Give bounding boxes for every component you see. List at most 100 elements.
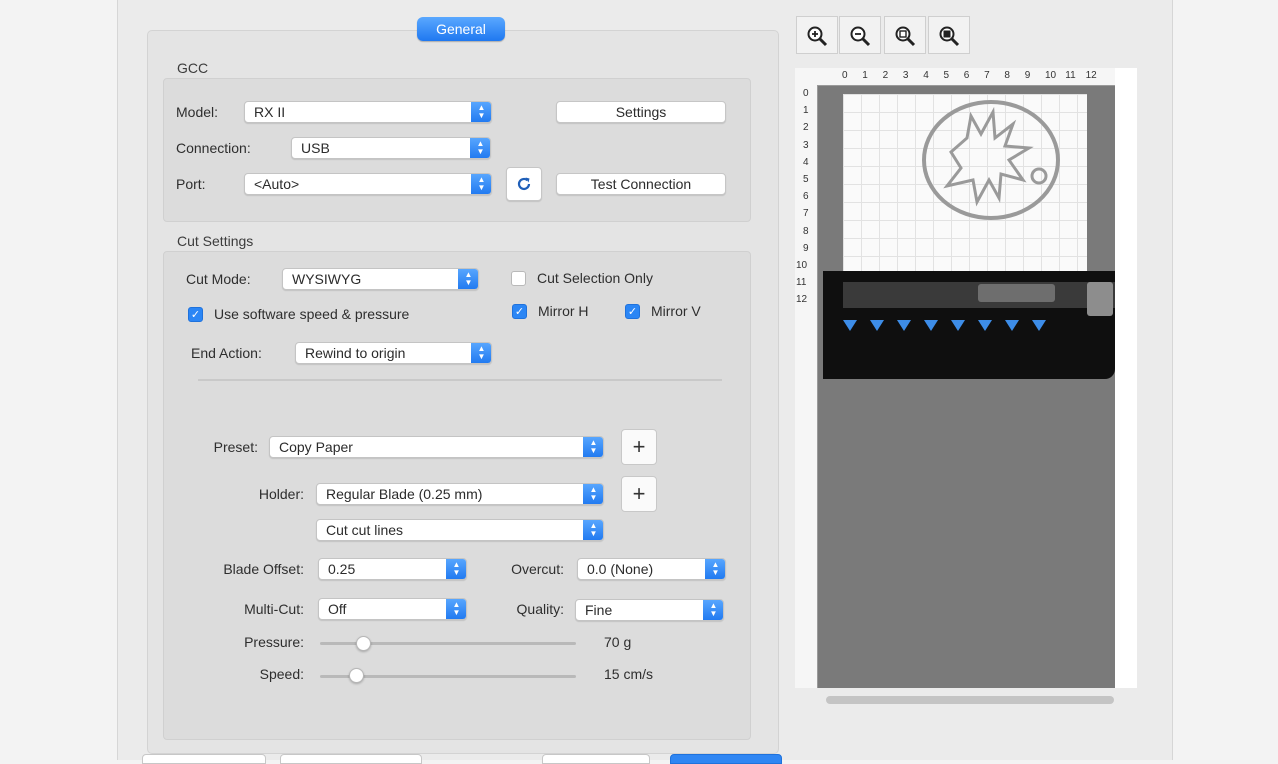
bottom-primary-button[interactable] [670, 754, 782, 764]
mirror-h-label: Mirror H [538, 303, 589, 319]
add-holder-button[interactable]: + [621, 476, 657, 512]
zoom-in-button[interactable] [796, 16, 838, 54]
select-arrows-icon: ▲ ▼ [471, 174, 491, 194]
cut-mode-select-value: WYSIWYG [292, 271, 362, 287]
preset-select[interactable]: Copy Paper ▲ ▼ [269, 436, 604, 458]
top-ruler: 0 1 2 3 4 5 6 7 8 9 10 11 12 [817, 68, 1115, 86]
pressure-value: 70 g [604, 634, 632, 650]
model-select-value: RX II [254, 104, 286, 120]
zoom-fit-button[interactable] [884, 16, 926, 54]
select-arrows-icon: ▲ ▼ [703, 600, 723, 620]
holder-select-value: Regular Blade (0.25 mm) [326, 486, 483, 502]
ruler-left-tick: 6 [803, 191, 809, 203]
roller-marker-icon [978, 320, 992, 331]
zoom-fit-icon [895, 26, 916, 47]
select-arrows-icon: ▲ ▼ [458, 269, 478, 289]
mirror-h-checkbox[interactable]: ✓ [512, 304, 527, 319]
cut-preview[interactable]: 0 1 2 3 4 5 6 7 8 9 10 11 12 0 1 2 3 4 5 6 7 8 9 10 11 12 [795, 68, 1137, 688]
settings-separator [198, 379, 722, 381]
add-preset-button[interactable]: + [621, 429, 657, 465]
preset-select-value: Copy Paper [279, 439, 353, 455]
bottom-button-1[interactable] [142, 754, 266, 764]
media-sheet [843, 94, 1087, 274]
settings-button[interactable]: Settings [556, 101, 726, 123]
select-arrows-icon: ▲ ▼ [471, 343, 491, 363]
preview-horizontal-scrollbar[interactable] [826, 696, 1114, 704]
zoom-out-button[interactable] [839, 16, 881, 54]
speed-slider-thumb[interactable] [348, 668, 364, 683]
ruler-top-tick: 11 [1065, 70, 1076, 81]
zoom-in-icon [807, 26, 828, 47]
tab-general[interactable]: General [417, 17, 505, 41]
test-connection-button[interactable]: Test Connection [556, 173, 726, 195]
refresh-port-button[interactable] [506, 167, 542, 201]
quality-select[interactable]: Fine ▲ ▼ [575, 599, 724, 621]
bottom-button-3[interactable] [542, 754, 650, 764]
ruler-corner [795, 68, 817, 85]
roller-marker-icon [870, 320, 884, 331]
ruler-left-tick: 0 [803, 88, 809, 99]
speed-value: 15 cm/s [604, 666, 654, 682]
blade-offset-select[interactable]: 0.25 ▲ ▼ [318, 558, 467, 580]
select-arrows-icon: ▲ ▼ [583, 437, 603, 457]
ruler-top-tick: 1 [862, 70, 868, 81]
select-arrows-icon: ▲ ▼ [446, 599, 466, 619]
end-action-select-value: Rewind to origin [305, 345, 406, 361]
connection-select[interactable]: USB ▲ ▼ [291, 137, 491, 159]
ruler-left-tick: 5 [803, 174, 809, 185]
overcut-label: Overcut: [511, 561, 564, 577]
mirror-v-checkbox[interactable]: ✓ [625, 304, 640, 319]
overcut-select-value: 0.0 (None) [587, 561, 654, 577]
ruler-top-tick: 2 [882, 70, 889, 81]
ruler-top-tick: 5 [943, 70, 950, 81]
ruler-left-tick: 3 [803, 139, 809, 151]
ruler-left-tick: 9 [803, 242, 809, 254]
end-action-select[interactable]: Rewind to origin ▲ ▼ [295, 342, 492, 364]
use-software-speed-label: Use software speed & pressure [214, 306, 410, 322]
port-label: Port: [176, 176, 206, 192]
cut-design [922, 100, 1060, 220]
ruler-top-tick: 12 [1085, 70, 1097, 81]
multicut-label: Multi-Cut: [244, 601, 304, 617]
ruler-left-tick: 4 [803, 156, 809, 168]
speed-label: Speed: [259, 666, 304, 682]
multicut-select[interactable]: Off ▲ ▼ [318, 598, 467, 620]
cut-mode-select[interactable]: WYSIWYG ▲ ▼ [282, 268, 479, 290]
zoom-actual-button[interactable] [928, 16, 970, 54]
carriage-label-plate [978, 284, 1055, 302]
holder-select[interactable]: Regular Blade (0.25 mm) ▲ ▼ [316, 483, 604, 505]
roller-marker-icon [1032, 320, 1046, 331]
cut-selection-only-checkbox[interactable] [511, 271, 526, 286]
roller-marker-icon [897, 320, 911, 331]
ruler-left-tick: 1 [803, 105, 809, 117]
ruler-left-tick: 8 [803, 225, 809, 237]
ruler-top-tick: 3 [902, 70, 909, 81]
port-select[interactable]: <Auto> ▲ ▼ [244, 173, 492, 195]
mirror-v-label: Mirror V [651, 303, 701, 319]
preset-label: Preset: [213, 439, 258, 455]
carriage-end-cap [1087, 282, 1113, 316]
select-arrows-icon: ▲ ▼ [446, 559, 466, 579]
quality-select-value: Fine [585, 602, 613, 618]
select-arrows-icon: ▲ ▼ [470, 138, 490, 158]
multicut-select-value: Off [328, 601, 347, 617]
left-ruler: 0 1 2 3 4 5 6 7 8 9 10 11 12 [795, 85, 818, 688]
overcut-select[interactable]: 0.0 (None) ▲ ▼ [577, 558, 726, 580]
connection-label: Connection: [176, 140, 251, 156]
bottom-button-2[interactable] [280, 754, 422, 764]
select-arrows-icon: ▲ ▼ [705, 559, 725, 579]
ruler-left-tick: 11 [796, 277, 807, 289]
use-software-speed-checkbox[interactable]: ✓ [188, 307, 203, 322]
model-label: Model: [176, 104, 219, 120]
refresh-icon [517, 177, 531, 191]
cut-lines-select[interactable]: Cut cut lines ▲ ▼ [316, 519, 604, 541]
zoom-actual-icon [939, 26, 960, 47]
blade-offset-select-value: 0.25 [328, 561, 356, 577]
cut-selection-only-label: Cut Selection Only [537, 270, 653, 286]
roller-marker-icon [924, 320, 938, 331]
ruler-left-tick: 10 [796, 260, 808, 271]
cut-lines-select-value: Cut cut lines [326, 522, 404, 538]
model-select[interactable]: RX II ▲ ▼ [244, 101, 492, 123]
quality-label: Quality: [516, 601, 564, 617]
roller-markers [843, 320, 1063, 336]
